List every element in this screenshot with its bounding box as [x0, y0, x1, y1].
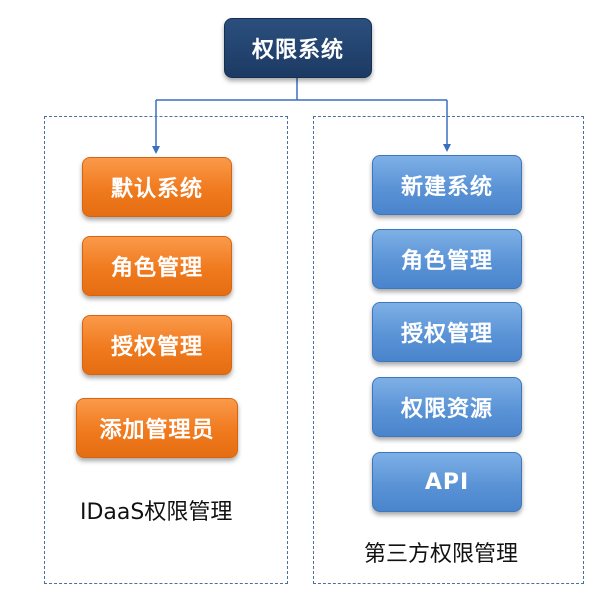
- right-group-label: 第三方权限管理: [364, 542, 519, 567]
- right-node-api-label: API: [424, 469, 470, 495]
- right-node-role-management: 角色管理: [372, 229, 522, 289]
- left-node-default-system-label: 默认系统: [110, 177, 203, 202]
- right-node-permission-resources-label: 权限资源: [400, 397, 493, 422]
- left-group-label: IDaaS权限管理: [80, 500, 233, 525]
- right-node-role-management-label: 角色管理: [400, 249, 493, 274]
- left-node-role-management-label: 角色管理: [110, 256, 203, 281]
- left-node-authorization-management-label: 授权管理: [110, 335, 203, 360]
- right-node-permission-resources: 权限资源: [372, 377, 522, 437]
- left-node-add-admin: 添加管理员: [76, 398, 238, 458]
- left-node-role-management: 角色管理: [82, 236, 232, 296]
- right-node-api: API: [372, 452, 522, 512]
- root-node: 权限系统: [224, 18, 372, 78]
- right-node-new-system-label: 新建系统: [400, 175, 493, 200]
- left-node-add-admin-label: 添加管理员: [99, 418, 215, 443]
- root-node-label: 权限系统: [251, 38, 344, 63]
- right-node-new-system: 新建系统: [372, 155, 522, 215]
- left-node-default-system: 默认系统: [82, 157, 232, 217]
- left-node-authorization-management: 授权管理: [82, 315, 232, 375]
- right-node-authorization-management: 授权管理: [372, 302, 522, 362]
- right-node-authorization-management-label: 授权管理: [400, 322, 493, 347]
